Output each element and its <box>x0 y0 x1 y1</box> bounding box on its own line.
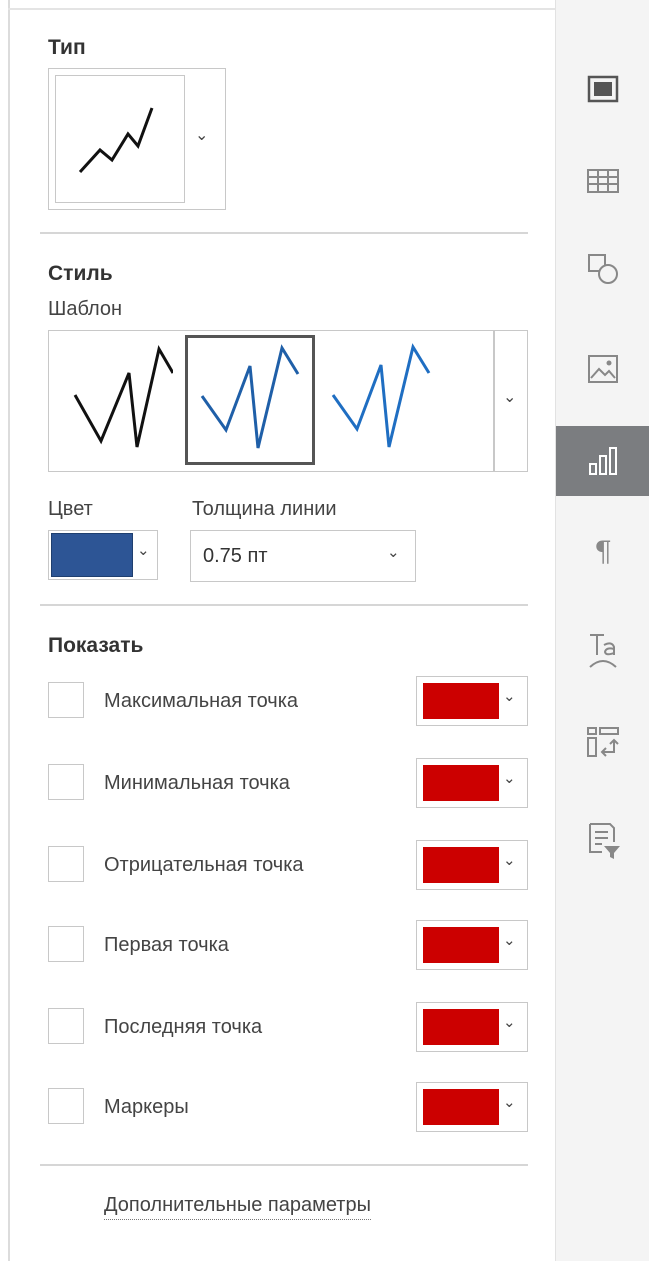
thickness-value: 0.75 пт <box>203 545 268 567</box>
blue-line-icon <box>331 343 431 448</box>
right-settings-toolbar: ¶ <box>555 0 649 1261</box>
template-black-line[interactable] <box>55 337 185 467</box>
black-line-icon <box>73 344 173 448</box>
table-settings-icon <box>587 169 619 193</box>
type-picker[interactable]: ⌄ <box>48 68 226 210</box>
paragraph-settings-icon: ¶ <box>594 534 612 568</box>
show-min-point-row: Минимальная точка ⌄ <box>48 758 538 810</box>
pivot-settings-icon <box>587 727 619 757</box>
signature-settings-icon <box>589 823 620 859</box>
template-gallery: ⌄ <box>48 330 528 472</box>
text-art-settings-icon <box>589 634 617 668</box>
max-point-color-picker[interactable]: ⌄ <box>416 676 528 726</box>
max-point-label: Максимальная точка <box>104 690 299 712</box>
show-title: Показать <box>48 634 144 657</box>
color-label: Цвет <box>48 498 93 520</box>
chevron-down-icon: ⌄ <box>503 852 516 869</box>
chevron-down-icon: ⌄ <box>503 770 516 787</box>
color-swatch <box>423 927 499 963</box>
line-color-picker[interactable]: ⌄ <box>48 530 158 580</box>
color-swatch <box>423 1089 499 1125</box>
type-line-thumb[interactable] <box>55 75 185 203</box>
divider <box>40 232 528 234</box>
show-negative-point-row: Отрицательная точка ⌄ <box>48 840 538 892</box>
signature-settings-button[interactable] <box>556 806 649 876</box>
type-title: Тип <box>48 36 86 59</box>
first-point-color-picker[interactable]: ⌄ <box>416 920 528 970</box>
negative-point-checkbox[interactable] <box>48 846 84 882</box>
pivot-settings-button[interactable] <box>556 708 649 778</box>
min-point-checkbox[interactable] <box>48 764 84 800</box>
line-color-swatch <box>51 533 133 577</box>
gallery-dropdown-icon[interactable]: ⌄ <box>503 387 516 407</box>
color-swatch <box>423 765 499 801</box>
template-label: Шаблон <box>48 298 123 320</box>
chevron-down-icon: ⌄ <box>503 688 516 705</box>
line-thickness-select[interactable]: 0.75 пт ⌄ <box>190 530 416 582</box>
gallery-separator <box>493 331 495 471</box>
last-point-color-picker[interactable]: ⌄ <box>416 1002 528 1052</box>
show-last-point-row: Последняя точка ⌄ <box>48 1002 538 1054</box>
last-point-label: Последняя точка <box>104 1016 263 1038</box>
blue-line-icon <box>200 344 300 449</box>
first-point-label: Первая точка <box>104 934 229 956</box>
color-swatch <box>423 1009 499 1045</box>
max-point-checkbox[interactable] <box>48 682 84 718</box>
slide-settings-icon <box>587 75 619 103</box>
sparkline-settings-button[interactable] <box>556 426 649 496</box>
min-point-label: Минимальная точка <box>104 772 290 794</box>
text-art-settings-button[interactable] <box>556 616 649 686</box>
divider <box>40 604 528 606</box>
min-point-color-picker[interactable]: ⌄ <box>416 758 528 808</box>
chevron-down-icon: ⌄ <box>503 1014 516 1031</box>
chevron-down-icon: ⌄ <box>137 542 150 559</box>
chevron-down-icon: ⌄ <box>387 544 400 561</box>
table-settings-button[interactable] <box>556 146 649 216</box>
line-type-icon <box>78 107 154 174</box>
chevron-down-icon: ⌄ <box>503 932 516 949</box>
last-point-checkbox[interactable] <box>48 1008 84 1044</box>
chevron-down-icon: ⌄ <box>503 1094 516 1111</box>
image-settings-button[interactable] <box>556 334 649 404</box>
markers-label: Маркеры <box>104 1096 189 1118</box>
show-max-point-row: Максимальная точка ⌄ <box>48 676 538 728</box>
show-markers-row: Маркеры ⌄ <box>48 1082 538 1134</box>
markers-checkbox[interactable] <box>48 1088 84 1124</box>
shape-settings-button[interactable] <box>556 234 649 304</box>
negative-point-color-picker[interactable]: ⌄ <box>416 840 528 890</box>
thickness-label: Толщина линии <box>192 498 337 520</box>
divider <box>40 1164 528 1166</box>
type-dropdown-icon[interactable]: ⌄ <box>195 125 208 145</box>
slide-settings-button[interactable] <box>556 54 649 124</box>
template-blue-line[interactable] <box>319 337 449 467</box>
negative-point-label: Отрицательная точка <box>104 854 304 876</box>
paragraph-settings-button[interactable]: ¶ <box>556 516 649 586</box>
shape-settings-icon <box>588 254 618 284</box>
show-first-point-row: Первая точка ⌄ <box>48 920 538 972</box>
style-title: Стиль <box>48 262 113 285</box>
color-swatch <box>423 847 499 883</box>
first-point-checkbox[interactable] <box>48 926 84 962</box>
image-settings-icon <box>588 355 618 383</box>
template-blue-line-selected[interactable] <box>185 335 315 465</box>
advanced-settings-link[interactable]: Дополнительные параметры <box>104 1194 371 1220</box>
color-swatch <box>423 683 499 719</box>
markers-color-picker[interactable]: ⌄ <box>416 1082 528 1132</box>
sparkline-settings-icon <box>589 447 617 475</box>
